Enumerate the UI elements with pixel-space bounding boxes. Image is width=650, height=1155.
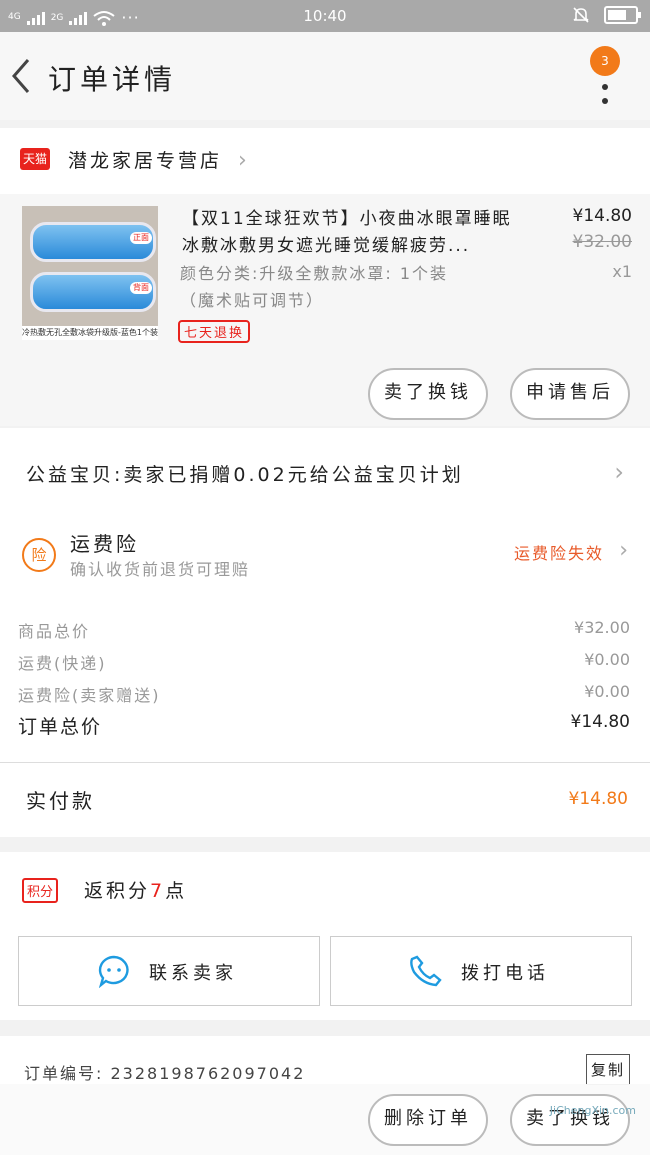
fee-value: ¥32.00 <box>574 618 630 637</box>
tmall-logo-icon: 天猫 <box>20 148 50 170</box>
product-image[interactable]: 正面 背面 冷热敷无孔全敷冰袋升级版-蓝色1个装 <box>22 206 158 340</box>
battery-icon <box>604 6 641 24</box>
fee-row-shipping: 运费(快递) ¥0.00 <box>18 650 630 674</box>
fee-row-goods: 商品总价 ¥32.00 <box>18 618 630 642</box>
clock: 10:40 <box>303 7 347 25</box>
actual-paid-row: 实付款 ¥14.80 <box>0 762 650 837</box>
points-tag: 积分 <box>22 878 59 903</box>
product-card[interactable]: 正面 背面 冷热敷无孔全敷冰袋升级版-蓝色1个装 【双11全球狂欢节】小夜曲冰眼… <box>0 194 650 426</box>
copy-button[interactable]: 复制 <box>585 1054 630 1085</box>
page-title: 订单详情 <box>48 63 177 96</box>
fee-row-insurance: 运费险(卖家赠送) ¥0.00 <box>18 682 630 706</box>
mute-bell-icon <box>573 7 589 23</box>
fee-label: 运费险(卖家赠送) <box>18 686 161 705</box>
points-suffix: 点 <box>165 880 188 902</box>
image-tag-back: 背面 <box>130 282 152 294</box>
chevron-right-icon: › <box>614 458 624 486</box>
paid-value: ¥14.80 <box>568 789 628 809</box>
more-menu-button[interactable]: 3 <box>590 46 620 116</box>
status-bar: 4G 2G ··· 10:40 <box>0 0 650 32</box>
insurance-icon: 险 <box>22 538 56 572</box>
back-arrow-icon[interactable] <box>8 56 32 96</box>
sell-again-button-bottom[interactable]: 卖了换钱 <box>510 1094 630 1146</box>
order-number-value: 2328198762097042 <box>110 1064 306 1083</box>
points-prefix: 返积分 <box>84 880 151 902</box>
sell-again-button[interactable]: 卖了换钱 <box>368 368 488 420</box>
watermark: JiChengXin.com <box>549 1104 636 1117</box>
fee-value: ¥0.00 <box>584 650 630 669</box>
order-number-label: 订单编号: <box>24 1064 104 1083</box>
call-phone-button[interactable]: 拨打电话 <box>330 936 632 1006</box>
charity-text: 公益宝贝:卖家已捐赠0.02元给公益宝贝计划 <box>26 464 464 486</box>
chevron-right-icon: › <box>238 148 247 173</box>
phone-icon <box>410 955 442 987</box>
shop-name: 潜龙家居专营店 <box>68 150 223 172</box>
product-title: 【双11全球狂欢节】小夜曲冰眼罩睡眠冰敷冰敷男女遮光睡觉缓解疲劳... <box>182 209 512 256</box>
total-label: 订单总价 <box>18 716 103 738</box>
points-section: 积分 返积分7点 联系卖家 拨打电话 <box>0 852 650 1020</box>
bottom-action-bar: 删除订单 卖了换钱 <box>0 1084 650 1155</box>
image-tag-front: 正面 <box>130 232 152 244</box>
image-caption: 冷热敷无孔全敷冰袋升级版-蓝色1个装 <box>22 326 158 340</box>
fee-value: ¥0.00 <box>584 682 630 701</box>
menu-dot-icon <box>602 98 608 104</box>
nav-header: 订单详情 3 <box>0 32 650 120</box>
delete-order-button[interactable]: 删除订单 <box>368 1094 488 1146</box>
after-sale-button[interactable]: 申请售后 <box>510 368 630 420</box>
fee-label: 商品总价 <box>18 622 91 641</box>
order-total-row: 订单总价 ¥14.80 <box>18 712 630 739</box>
freight-insurance-desc: 确认收货前退货可理赔 <box>70 560 251 579</box>
contact-seller-label: 联系卖家 <box>149 963 237 984</box>
paid-label: 实付款 <box>26 789 95 813</box>
freight-insurance-status: 运费险失效 <box>513 544 604 563</box>
points-count: 7 <box>150 880 166 902</box>
chevron-right-icon: › <box>619 538 628 563</box>
menu-dot-icon <box>602 84 608 90</box>
product-price: ¥14.80 <box>572 206 632 226</box>
product-spec: 颜色分类:升级全敷款冰罩: 1个装（魔术贴可调节） <box>180 264 449 310</box>
call-phone-label: 拨打电话 <box>461 963 549 984</box>
original-price: ¥32.00 <box>572 232 632 252</box>
status-right <box>572 6 641 24</box>
freight-insurance-row[interactable]: 险 运费险 确认收货前退货可理赔 运费险失效 › <box>0 520 650 604</box>
notification-badge: 3 <box>590 46 620 76</box>
charity-row[interactable]: 公益宝贝:卖家已捐赠0.02元给公益宝贝计划 › <box>0 428 650 520</box>
chat-icon <box>98 955 129 988</box>
contact-seller-button[interactable]: 联系卖家 <box>18 936 320 1006</box>
freight-insurance-title: 运费险 <box>70 532 139 556</box>
fee-breakdown: 商品总价 ¥32.00 运费(快递) ¥0.00 运费险(卖家赠送) ¥0.00… <box>0 604 650 762</box>
total-value: ¥14.80 <box>570 712 630 732</box>
return-policy-badge: 七天退换 <box>178 320 251 343</box>
points-text: 返积分7点 <box>84 876 187 903</box>
product-quantity: x1 <box>612 262 632 281</box>
shop-row[interactable]: 天猫 潜龙家居专营店 › <box>0 128 650 194</box>
order-number: 订单编号: 2328198762097042 <box>24 1060 305 1084</box>
fee-label: 运费(快递) <box>18 654 107 673</box>
